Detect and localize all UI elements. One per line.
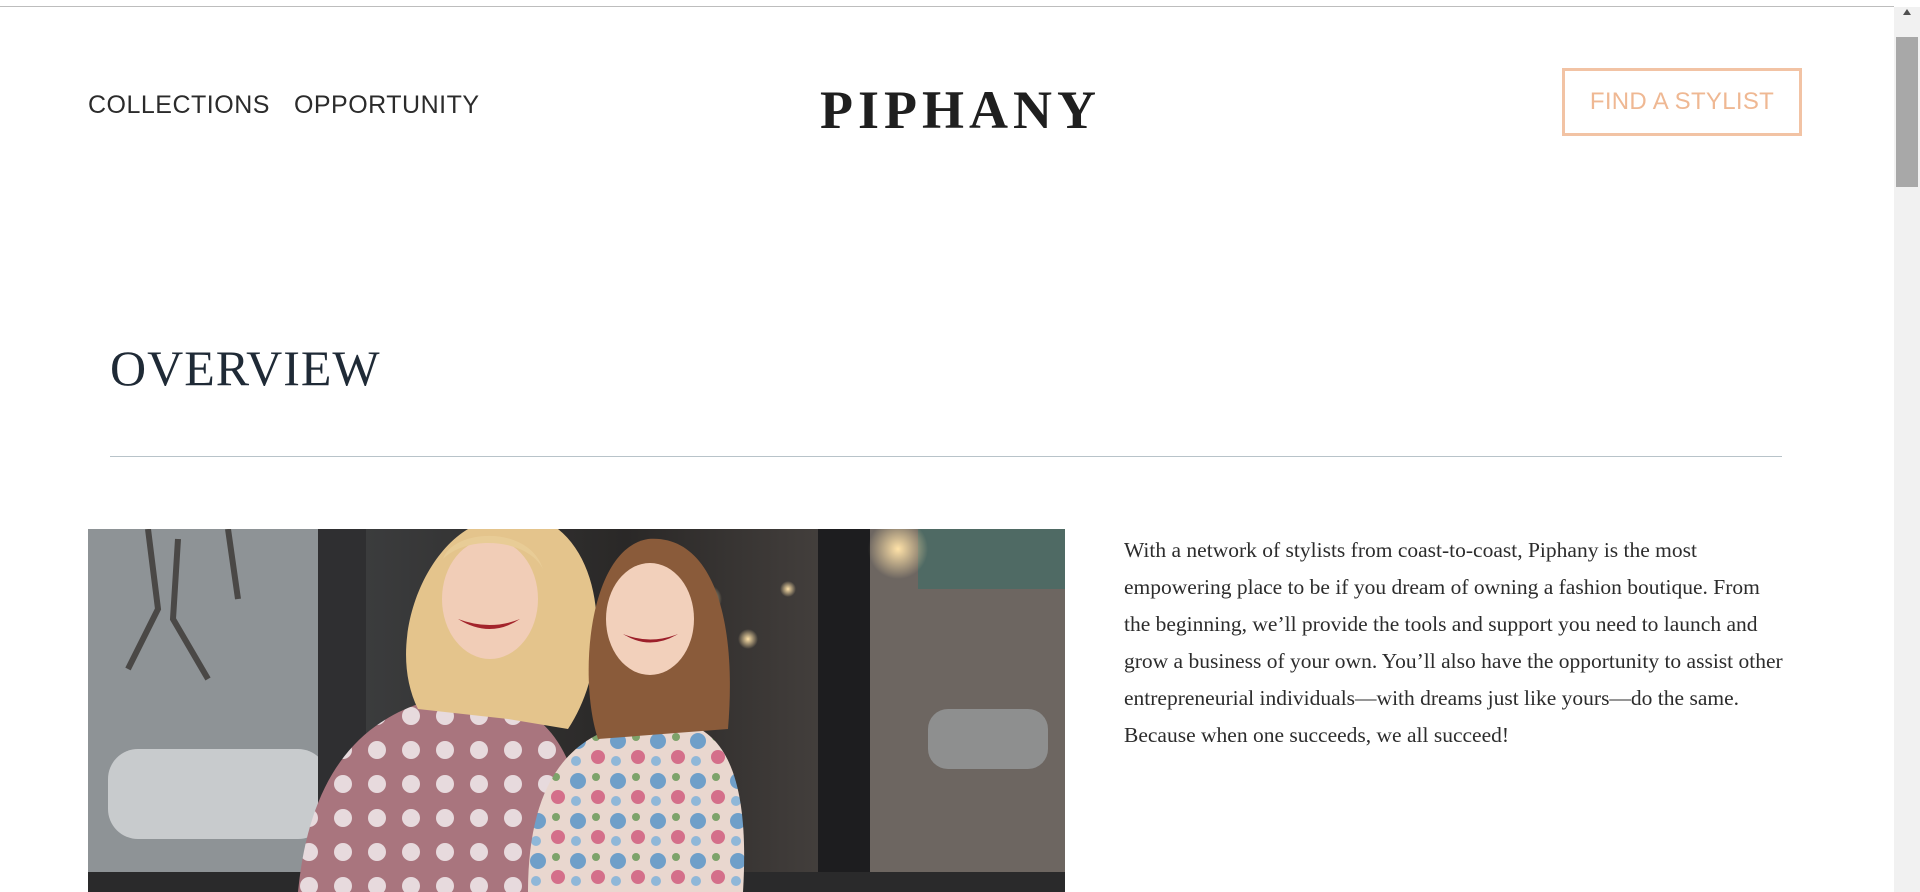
window-top-border bbox=[0, 0, 1894, 7]
nav-opportunity[interactable]: OPPORTUNITY bbox=[294, 91, 480, 120]
scroll-up-arrow-icon[interactable] bbox=[1894, 7, 1920, 29]
hero-photo bbox=[88, 529, 1065, 892]
vertical-scrollbar[interactable] bbox=[1894, 7, 1920, 892]
section-title: OVERVIEW bbox=[110, 340, 381, 396]
overview-paragraph: With a network of stylists from coast-to… bbox=[1124, 538, 1783, 747]
nav-collections[interactable]: COLLECTIONS bbox=[88, 91, 270, 120]
page-content: COLLECTIONS OPPORTUNITY PIPHANY FIND A S… bbox=[0, 7, 1894, 892]
scrollbar-thumb[interactable] bbox=[1896, 37, 1918, 187]
brand-logo[interactable]: PIPHANY bbox=[820, 79, 1101, 141]
main-nav: COLLECTIONS OPPORTUNITY bbox=[88, 91, 480, 120]
find-stylist-button[interactable]: FIND A STYLIST bbox=[1562, 68, 1802, 136]
section-divider bbox=[110, 456, 1782, 457]
